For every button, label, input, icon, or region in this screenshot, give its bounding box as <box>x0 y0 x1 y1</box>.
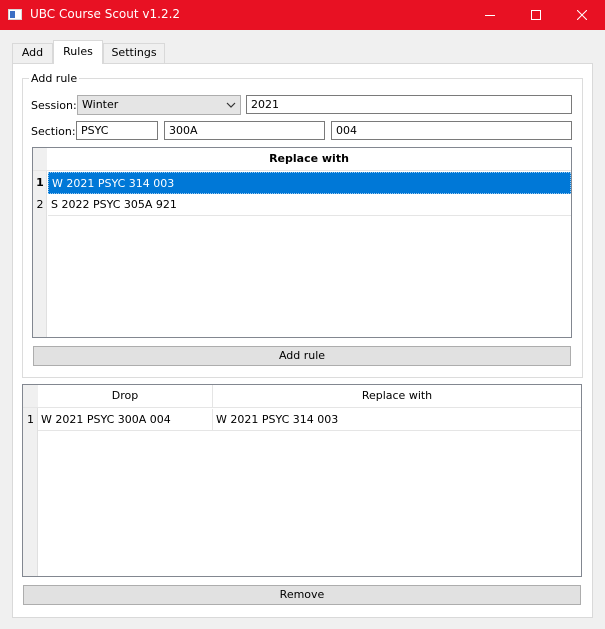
section-label: Section: <box>31 125 76 138</box>
replace-with-table[interactable]: Replace with 1 W 2021 PSYC 314 003 2 S 2… <box>32 147 572 338</box>
row-number[interactable]: 1 <box>23 409 38 431</box>
session-label: Session: <box>31 99 77 112</box>
title-bar: UBC Course Scout v1.2.2 <box>0 0 605 30</box>
drop-cell[interactable]: W 2021 PSYC 300A 004 <box>38 409 213 431</box>
tab-settings[interactable]: Settings <box>103 43 165 63</box>
drop-header[interactable]: Drop <box>38 385 213 408</box>
maximize-icon <box>531 10 541 20</box>
minimize-button[interactable] <box>467 0 513 30</box>
subject-input[interactable]: PSYC <box>76 121 158 140</box>
close-icon <box>577 10 587 20</box>
maximize-button[interactable] <box>513 0 559 30</box>
tab-rules[interactable]: Rules <box>53 40 103 64</box>
replace-with-cell[interactable]: W 2021 PSYC 314 003 <box>213 409 581 431</box>
tab-add[interactable]: Add <box>12 43 53 63</box>
row-number[interactable]: 2 <box>33 194 47 216</box>
window-title: UBC Course Scout v1.2.2 <box>30 7 181 21</box>
add-rule-group-title: Add rule <box>29 72 80 85</box>
close-button[interactable] <box>559 0 605 30</box>
corner-button[interactable] <box>33 148 47 171</box>
replace-with-header[interactable]: Replace with <box>47 148 571 171</box>
year-input[interactable]: 2021 <box>246 95 572 114</box>
course-input[interactable]: 300A <box>164 121 325 140</box>
session-dropdown-value: Winter <box>82 98 119 111</box>
app-icon <box>8 9 22 20</box>
replace-with-header[interactable]: Replace with <box>213 385 581 408</box>
table-row-selected[interactable]: W 2021 PSYC 314 003 <box>48 172 571 194</box>
table-row[interactable]: S 2022 PSYC 305A 921 <box>48 194 571 216</box>
corner-button[interactable] <box>23 385 38 408</box>
session-dropdown[interactable]: Winter <box>77 95 241 115</box>
chevron-down-icon <box>226 102 236 108</box>
section-input[interactable]: 004 <box>331 121 572 140</box>
row-number[interactable]: 1 <box>33 172 47 194</box>
minimize-icon <box>485 15 495 16</box>
remove-button[interactable]: Remove <box>23 585 581 605</box>
rules-table[interactable]: Drop Replace with 1 W 2021 PSYC 300A 004… <box>22 384 582 577</box>
add-rule-button[interactable]: Add rule <box>33 346 571 366</box>
